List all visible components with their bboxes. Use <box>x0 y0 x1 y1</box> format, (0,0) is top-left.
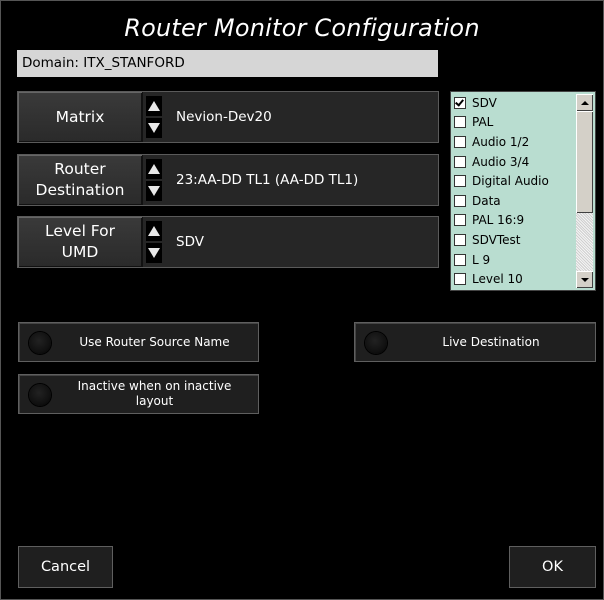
level-for-umd-spinner <box>146 221 162 263</box>
indicator-led-icon <box>365 332 387 354</box>
checkbox[interactable] <box>454 253 466 266</box>
checkbox[interactable] <box>454 155 466 168</box>
inactive-when-on-inactive-layout-button[interactable]: Inactive when on inactive layout <box>18 374 259 414</box>
list-item-label: L 9 <box>472 252 491 267</box>
list-item-label: SDV <box>472 95 497 110</box>
list-item-label: Audio 3/4 <box>472 154 530 169</box>
scroll-up-arrow-icon[interactable] <box>576 94 593 111</box>
list-item-label: Audio 1/2 <box>472 134 530 149</box>
matrix-down-arrow-icon[interactable] <box>146 118 162 138</box>
list-item[interactable]: SDV <box>454 93 576 113</box>
indicator-led-icon <box>29 384 51 406</box>
dialog-frame <box>0 0 604 600</box>
matrix-label: Matrix <box>55 107 105 126</box>
list-item[interactable]: PAL 16:9 <box>454 211 576 231</box>
checkbox[interactable] <box>454 175 466 188</box>
checkbox[interactable] <box>454 116 466 129</box>
inactive-label: Inactive when on inactive layout <box>57 375 252 413</box>
indicator-led-icon <box>29 332 51 354</box>
checkbox[interactable] <box>454 273 466 286</box>
checkbox[interactable] <box>454 233 466 246</box>
list-item-label: PAL <box>472 115 494 130</box>
level-for-umd-button[interactable]: Level For UMD <box>18 217 143 267</box>
scrollbar-thumb[interactable] <box>576 111 593 213</box>
level-for-umd-value: SDV <box>176 234 204 250</box>
router-destination-up-arrow-icon[interactable] <box>146 159 162 179</box>
matrix-value: Nevion-Dev20 <box>176 109 272 125</box>
router-destination-label-line2: Destination <box>35 181 125 199</box>
checkbox[interactable] <box>454 214 466 227</box>
level-for-umd-row: Level For UMD SDV <box>17 216 439 268</box>
use-router-source-name-label: Use Router Source Name <box>79 334 230 349</box>
list-item[interactable]: Data <box>454 191 576 211</box>
list-item[interactable]: L 9 <box>454 250 576 270</box>
ok-button[interactable]: OK <box>509 546 596 588</box>
list-item-label: Level 10 <box>472 272 523 287</box>
list-item[interactable]: SDVTest <box>454 230 576 250</box>
router-destination-row: Router Destination 23:AA-DD TL1 (AA-DD T… <box>17 154 439 206</box>
list-item[interactable]: Audio 1/2 <box>454 132 576 152</box>
level-for-umd-label-line2: UMD <box>61 243 99 261</box>
inactive-label-line1: Inactive when on inactive <box>77 379 232 393</box>
domain-field: Domain: ITX_STANFORD <box>17 50 438 77</box>
list-item-label: Digital Audio <box>472 174 549 189</box>
list-item[interactable]: Level 10 <box>454 269 576 289</box>
router-destination-spinner <box>146 159 162 201</box>
live-destination-button[interactable]: Live Destination <box>354 322 596 362</box>
router-destination-label-line1: Router <box>54 160 106 178</box>
matrix-spinner <box>146 96 162 138</box>
list-item[interactable]: PAL <box>454 113 576 133</box>
checkbox[interactable] <box>454 194 466 207</box>
list-item[interactable]: Audio 3/4 <box>454 152 576 172</box>
levels-scrollbar[interactable] <box>576 94 593 288</box>
scroll-down-arrow-icon[interactable] <box>576 271 593 288</box>
list-item-label: PAL 16:9 <box>472 213 525 228</box>
list-item[interactable]: Digital Audio <box>454 171 576 191</box>
level-for-umd-down-arrow-icon[interactable] <box>146 243 162 263</box>
matrix-up-arrow-icon[interactable] <box>146 96 162 116</box>
level-for-umd-label-line1: Level For <box>44 222 116 240</box>
router-destination-value: 23:AA-DD TL1 (AA-DD TL1) <box>176 172 359 188</box>
levels-list: SDV PAL Audio 1/2 Audio 3/4 Digital Audio Dat… <box>454 93 576 289</box>
list-item-label: Data <box>472 193 501 208</box>
dialog-title: Router Monitor Configuration <box>124 14 480 42</box>
inactive-label-line2: layout <box>135 394 174 408</box>
use-router-source-name-button[interactable]: Use Router Source Name <box>18 322 259 362</box>
router-destination-down-arrow-icon[interactable] <box>146 181 162 201</box>
router-destination-button[interactable]: Router Destination <box>18 155 143 205</box>
matrix-button[interactable]: Matrix <box>18 92 143 142</box>
scrollbar-track[interactable] <box>576 213 593 271</box>
levels-listbox[interactable]: SDV PAL Audio 1/2 Audio 3/4 Digital Audio Dat… <box>450 91 596 291</box>
matrix-row: Matrix Nevion-Dev20 <box>17 91 439 143</box>
checkbox[interactable] <box>454 96 466 109</box>
list-item-label: SDVTest <box>472 232 521 247</box>
level-for-umd-up-arrow-icon[interactable] <box>146 221 162 241</box>
cancel-button[interactable]: Cancel <box>18 546 113 588</box>
checkbox[interactable] <box>454 135 466 148</box>
live-destination-label: Live Destination <box>442 334 540 349</box>
